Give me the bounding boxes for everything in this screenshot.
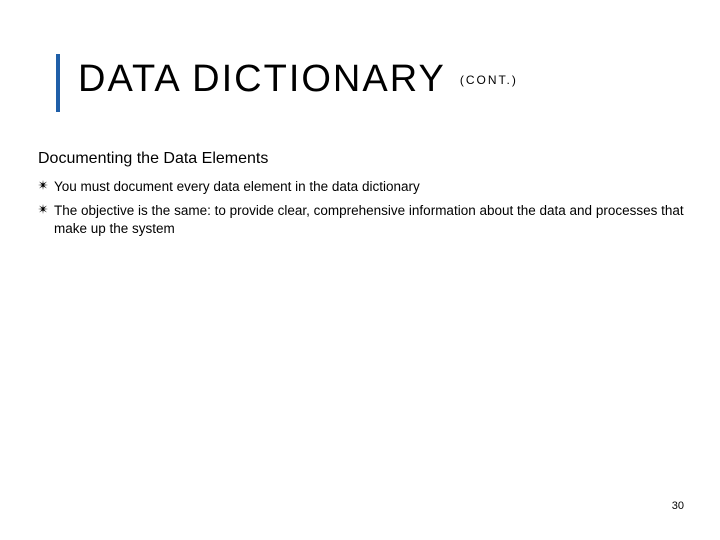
list-item: The objective is the same: to provide cl…: [38, 202, 696, 238]
slide-title: DATA DICTIONARY: [78, 58, 446, 101]
bullet-text: You must document every data element in …: [54, 178, 696, 196]
burst-icon: [38, 180, 50, 192]
bullet-list: You must document every data element in …: [38, 178, 696, 245]
page-number: 30: [672, 500, 684, 512]
title-block: DATA DICTIONARY (CONT.): [56, 58, 518, 101]
slide-title-cont: (CONT.): [460, 73, 518, 87]
slide: DATA DICTIONARY (CONT.) Documenting the …: [0, 0, 720, 540]
bullet-text: The objective is the same: to provide cl…: [54, 202, 696, 238]
section-subtitle: Documenting the Data Elements: [38, 150, 268, 168]
list-item: You must document every data element in …: [38, 178, 696, 196]
burst-icon: [38, 204, 50, 216]
